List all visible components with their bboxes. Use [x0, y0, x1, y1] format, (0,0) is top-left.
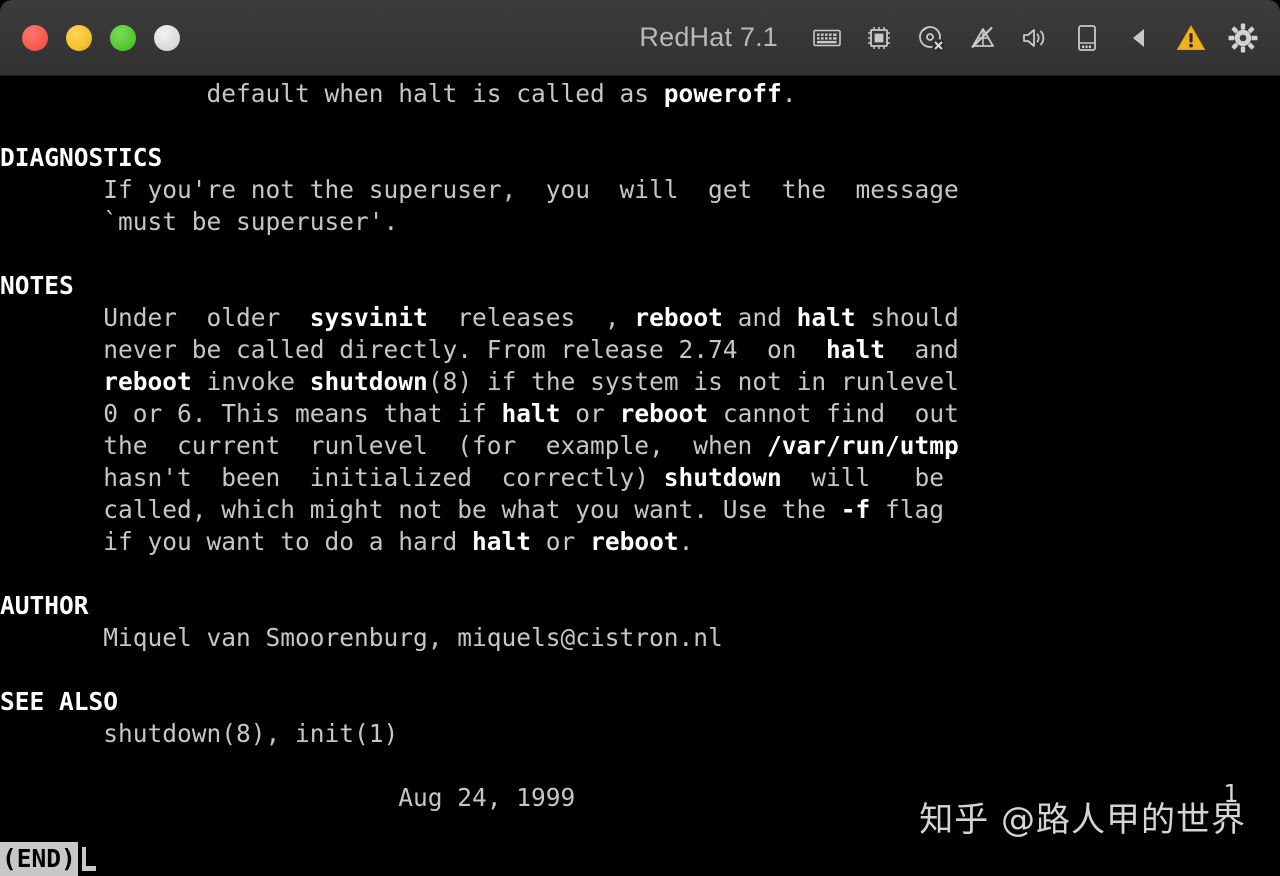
- terminal-screen[interactable]: default when halt is called as poweroff.…: [0, 76, 1280, 876]
- terminal-line: hasn't been initialized correctly) shutd…: [103, 463, 945, 492]
- terminal-bold-text: halt: [472, 527, 532, 556]
- terminal-bold-text: halt: [501, 399, 561, 428]
- terminal-bold-text: reboot: [619, 399, 709, 428]
- terminal-bold-text: shutdown: [309, 367, 428, 396]
- window-controls: [22, 24, 180, 51]
- collapse-left-icon[interactable]: [1124, 23, 1154, 53]
- terminal-bold-text: /var/run/utmp: [767, 431, 959, 460]
- terminal-line: SEE ALSO: [0, 686, 1280, 718]
- keyboard-icon[interactable]: [812, 23, 842, 53]
- network-disconnected-icon[interactable]: [968, 23, 998, 53]
- terminal-bold-text: reboot: [634, 303, 723, 332]
- terminal-bold-text: halt: [826, 335, 886, 364]
- terminal-bold-text: reboot: [103, 367, 192, 396]
- terminal-line: the current runlevel (for example, when …: [103, 431, 959, 460]
- maximize-button[interactable]: [110, 24, 136, 51]
- fullscreen-button[interactable]: [154, 24, 180, 51]
- vm-window: RedHat 7.1 default when halt is called a…: [0, 0, 1280, 876]
- gear-icon[interactable]: [1228, 23, 1258, 53]
- terminal-bold-text: AUTHOR: [0, 591, 89, 620]
- warning-triangle-icon[interactable]: [1176, 23, 1206, 53]
- terminal-bold-text: SEE ALSO: [0, 687, 119, 716]
- terminal-line: If you're not the superuser, you will ge…: [103, 175, 959, 204]
- terminal-line: NOTES: [0, 270, 1280, 302]
- terminal-line: never be called directly. From release 2…: [103, 335, 959, 364]
- optical-disc-disconnected-icon[interactable]: [916, 23, 946, 53]
- minimize-button[interactable]: [66, 24, 92, 51]
- terminal-line: Miquel van Smoorenburg, miquels@cistron.…: [103, 623, 723, 652]
- terminal-bold-text: shutdown: [663, 463, 782, 492]
- text-cursor: [81, 845, 96, 873]
- vm-status-icons: [812, 23, 1258, 53]
- terminal-bold-text: sysvinit: [309, 303, 428, 332]
- terminal-line: default when halt is called as poweroff.: [206, 79, 797, 108]
- terminal-bold-text: DIAGNOSTICS: [0, 143, 163, 172]
- watermark: 知乎 @路人甲的世界: [919, 800, 1246, 840]
- terminal-line: Under older sysvinit releases , reboot a…: [103, 303, 959, 332]
- pager-status-line: (END): [0, 842, 1280, 876]
- window-title: RedHat 7.1: [639, 22, 778, 52]
- man-page-content: default when halt is called as poweroff.…: [0, 76, 1280, 814]
- window-titlebar: RedHat 7.1: [0, 0, 1280, 76]
- terminal-line: `must be superuser'.: [103, 207, 399, 236]
- terminal-bold-text: halt: [796, 303, 856, 332]
- terminal-line: 0 or 6. This means that if halt or reboo…: [103, 399, 959, 428]
- usb-device-icon[interactable]: [1072, 23, 1102, 53]
- terminal-line: DIAGNOSTICS: [0, 142, 1280, 174]
- terminal-bold-text: NOTES: [0, 271, 74, 300]
- terminal-line: shutdown(8), init(1): [103, 719, 399, 748]
- terminal-line: reboot invoke shutdown(8) if the system …: [103, 367, 959, 396]
- terminal-bold-text: -f: [840, 495, 871, 524]
- terminal-line: AUTHOR: [0, 590, 1280, 622]
- cpu-icon[interactable]: [864, 23, 894, 53]
- terminal-line: if you want to do a hard halt or reboot.: [103, 527, 694, 556]
- pager-end-indicator: (END): [0, 842, 78, 876]
- speaker-icon[interactable]: [1020, 23, 1050, 53]
- terminal-line: called, which might not be what you want…: [103, 495, 945, 524]
- terminal-bold-text: poweroff: [663, 79, 782, 108]
- terminal-bold-text: reboot: [590, 527, 679, 556]
- close-button[interactable]: [22, 24, 48, 51]
